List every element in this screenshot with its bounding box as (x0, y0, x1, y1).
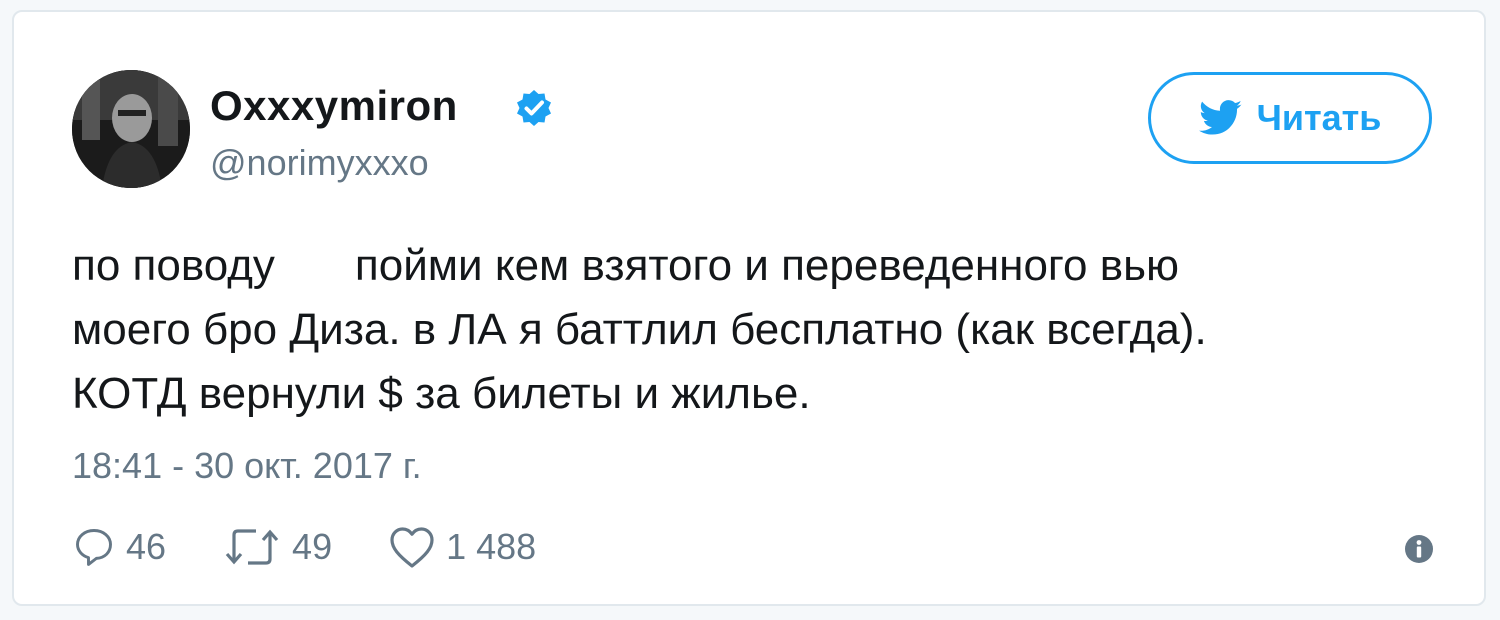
heart-icon (390, 527, 434, 568)
reply-count: 46 (126, 526, 167, 567)
follow-button[interactable]: Читать (1148, 72, 1432, 164)
like-count: 1 488 (446, 526, 537, 567)
tweet-text-line: КОТД вернули $ за билеты и жилье. (72, 369, 811, 418)
tweet-text-line: моего бро Диза. в ЛА я баттлил бесплатно… (72, 305, 1207, 354)
info-icon[interactable] (1404, 534, 1434, 564)
tweet-actions: 46 49 1 488 (72, 522, 592, 572)
reply-button[interactable]: 46 (72, 525, 166, 569)
retweet-icon (225, 529, 279, 565)
follow-button-label: Читать (1256, 97, 1382, 138)
twitter-bird-icon (1198, 100, 1242, 135)
tweet-text-line: по поводу пойми кем взятого и переведенно… (72, 234, 1412, 298)
display-name[interactable]: Oxxxymiron (210, 82, 458, 130)
tweet-text: по поводу пойми кем взятого и переведенно… (72, 234, 1412, 426)
retweet-count: 49 (292, 526, 333, 567)
retweet-button[interactable]: 49 (222, 525, 332, 569)
like-button[interactable]: 1 488 (388, 525, 536, 569)
tweet-text-segment: пойми кем взятого и переведенного вью (354, 241, 1180, 290)
user-handle[interactable]: @norimyxxxo (210, 142, 429, 184)
reply-icon (76, 529, 112, 566)
avatar-image (72, 70, 190, 188)
tweet-text-segment: по поводу (72, 241, 275, 290)
tweet-timestamp[interactable]: 18:41 - 30 окт. 2017 г. (72, 444, 422, 488)
verified-badge-icon (517, 90, 551, 126)
avatar[interactable] (72, 70, 190, 188)
tweet-card: Oxxxymiron @norimyxxxo Читать по поводу п… (12, 10, 1486, 606)
